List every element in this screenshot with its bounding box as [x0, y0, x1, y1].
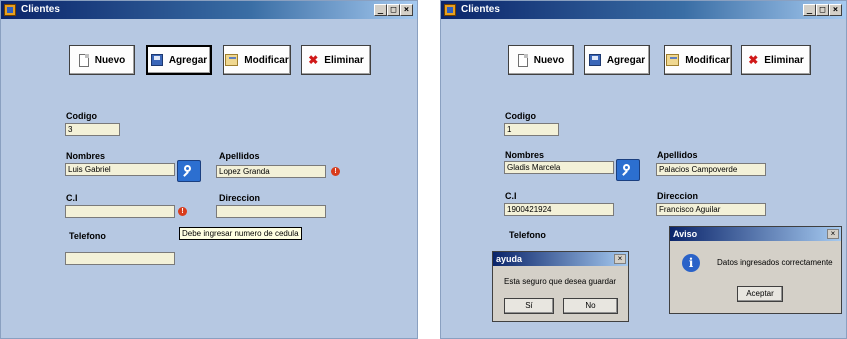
- eliminar-label: Eliminar: [324, 54, 364, 66]
- search-button[interactable]: [616, 159, 640, 181]
- new-document-icon: [78, 53, 89, 67]
- info-icon: i: [682, 254, 700, 272]
- direccion-field[interactable]: [216, 205, 326, 218]
- close-icon[interactable]: ×: [614, 254, 626, 264]
- ci-label: C.I: [505, 191, 517, 201]
- apellidos-label: Apellidos: [657, 150, 698, 160]
- close-button[interactable]: ×: [829, 4, 842, 16]
- yes-button[interactable]: Sí: [504, 298, 554, 314]
- telefono-field[interactable]: [65, 252, 175, 265]
- direccion-field[interactable]: Francisco Aguilar: [656, 203, 766, 216]
- codigo-field[interactable]: 3: [65, 123, 120, 136]
- agregar-label: Agregar: [168, 54, 208, 66]
- agregar-label: Agregar: [606, 54, 646, 66]
- minimize-button[interactable]: _: [374, 4, 387, 16]
- eliminar-button[interactable]: ✖ Eliminar: [741, 45, 811, 75]
- ayuda-dialog: ayuda × Esta seguro que desea guardar Sí…: [492, 251, 629, 322]
- modificar-button[interactable]: Modificar: [223, 45, 291, 75]
- aceptar-button[interactable]: Aceptar: [737, 286, 783, 302]
- dialog-title: ayuda: [496, 254, 523, 264]
- apellidos-field[interactable]: Lopez Granda: [216, 165, 326, 178]
- clientes-window-left: Clientes _ □ × Nuevo Agregar Modificar ✖…: [0, 0, 418, 339]
- telefono-label: Telefono: [509, 230, 546, 240]
- edit-icon: [225, 54, 239, 66]
- ci-field[interactable]: [65, 205, 175, 218]
- close-icon[interactable]: ×: [827, 229, 839, 239]
- window-title: Clientes: [21, 4, 60, 15]
- modificar-label: Modificar: [244, 54, 289, 66]
- codigo-field[interactable]: 1: [504, 123, 559, 136]
- aviso-dialog: Aviso × i Datos ingresados correctamente…: [669, 226, 842, 314]
- close-button[interactable]: ×: [400, 4, 413, 16]
- title-bar[interactable]: Clientes _ □ ×: [441, 1, 846, 19]
- app-icon: [444, 4, 456, 16]
- no-button[interactable]: No: [563, 298, 618, 314]
- edit-icon: [666, 54, 680, 66]
- delete-x-icon: ✖: [748, 53, 759, 67]
- nombres-label: Nombres: [505, 150, 545, 160]
- eliminar-label: Eliminar: [764, 54, 804, 66]
- nuevo-label: Nuevo: [533, 54, 565, 66]
- codigo-label: Codigo: [66, 111, 97, 121]
- modificar-button[interactable]: Modificar: [664, 45, 732, 75]
- nombres-field[interactable]: Gladis Marcela: [504, 161, 614, 174]
- nombres-label: Nombres: [66, 151, 106, 161]
- dialog-message: Datos ingresados correctamente: [717, 258, 833, 267]
- nombres-field[interactable]: Luis Gabriel: [65, 163, 175, 176]
- new-document-icon: [517, 53, 528, 67]
- agregar-button[interactable]: Agregar: [584, 45, 650, 75]
- ci-field[interactable]: 1900421924: [504, 203, 614, 216]
- minimize-button[interactable]: _: [803, 4, 816, 16]
- telefono-label: Telefono: [69, 231, 106, 241]
- dialog-title: Aviso: [673, 229, 698, 239]
- nuevo-button[interactable]: Nuevo: [69, 45, 135, 75]
- error-icon: !: [331, 167, 340, 176]
- save-disk-icon: [588, 54, 601, 66]
- dialog-title-bar[interactable]: ayuda: [493, 252, 628, 266]
- apellidos-field[interactable]: Palacios Campoverde: [656, 163, 766, 176]
- apellidos-label: Apellidos: [219, 151, 260, 161]
- direccion-label: Direccion: [657, 191, 699, 201]
- modificar-label: Modificar: [685, 54, 730, 66]
- delete-x-icon: ✖: [308, 53, 319, 67]
- clientes-window-right: Clientes _ □ × Nuevo Agregar Modificar ✖…: [440, 0, 847, 339]
- search-button[interactable]: [177, 160, 201, 182]
- nuevo-label: Nuevo: [94, 54, 126, 66]
- direccion-label: Direccion: [219, 193, 261, 203]
- maximize-button[interactable]: □: [387, 4, 400, 16]
- dialog-message: Esta seguro que desea guardar: [504, 277, 617, 286]
- save-disk-icon: [150, 54, 163, 66]
- error-icon: !: [178, 207, 187, 216]
- dialog-title-bar[interactable]: Aviso: [670, 227, 841, 241]
- error-tooltip: Debe ingresar numero de cedula: [179, 227, 302, 240]
- nuevo-button[interactable]: Nuevo: [508, 45, 574, 75]
- ci-label: C.I: [66, 193, 78, 203]
- codigo-label: Codigo: [505, 111, 536, 121]
- maximize-button[interactable]: □: [816, 4, 829, 16]
- title-bar[interactable]: Clientes _ □ ×: [1, 1, 417, 19]
- app-icon: [4, 4, 16, 16]
- agregar-button[interactable]: Agregar: [146, 45, 212, 75]
- window-title: Clientes: [461, 4, 500, 15]
- eliminar-button[interactable]: ✖ Eliminar: [301, 45, 371, 75]
